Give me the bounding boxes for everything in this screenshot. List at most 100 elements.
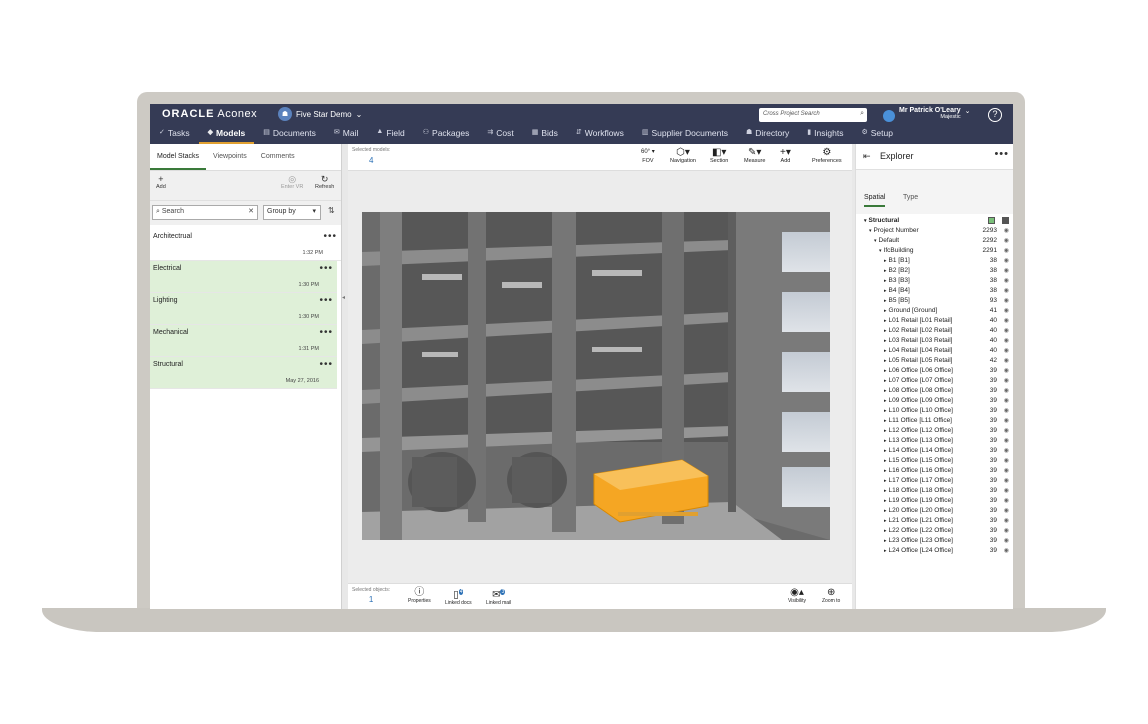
tree-node[interactable]: ▸ L18 Office [L18 Office] 39 ◉ [856, 486, 1013, 496]
clear-icon[interactable]: ✕ [248, 207, 254, 215]
tree-node[interactable]: ▸ L03 Retail [L03 Retail] 40 ◉ [856, 336, 1013, 346]
caret-right-icon[interactable]: ▸ [884, 308, 887, 314]
nav-packages[interactable]: ⚇ Packages [414, 126, 479, 144]
caret-right-icon[interactable]: ▸ [884, 268, 887, 274]
caret-right-icon[interactable]: ▸ [884, 378, 887, 384]
project-selector[interactable]: ☗ Five Star Demo ⌄ [278, 107, 362, 121]
nav-insights[interactable]: ▮ Insights [798, 126, 852, 144]
tree-node[interactable]: ▸ L07 Office [L07 Office] 39 ◉ [856, 376, 1013, 386]
caret-right-icon[interactable]: ▸ [884, 468, 887, 474]
tree-node[interactable]: ▸ L16 Office [L16 Office] 39 ◉ [856, 466, 1013, 476]
tab-viewpoints[interactable]: Viewpoints [206, 144, 254, 170]
eye-icon[interactable]: ◉ [1004, 466, 1009, 476]
zoom-to-button[interactable]: ⊕ Zoom to [822, 587, 840, 604]
checkbox-icon[interactable] [988, 217, 995, 224]
caret-down-icon[interactable]: ▾ [869, 228, 872, 234]
tree-node[interactable]: ▸ L21 Office [L21 Office] 39 ◉ [856, 516, 1013, 526]
visibility-button[interactable]: ◉▴ Visibility [788, 587, 806, 604]
eye-icon[interactable]: ◉ [1004, 446, 1009, 456]
eye-icon[interactable]: ◉ [1004, 486, 1009, 496]
caret-right-icon[interactable]: ▸ [884, 488, 887, 494]
more-icon[interactable]: ••• [319, 327, 333, 338]
nav-field[interactable]: ▲ Field [367, 126, 413, 144]
nav-bids[interactable]: ▦ Bids [523, 126, 567, 144]
eye-icon[interactable]: ◉ [1004, 356, 1009, 366]
eye-icon[interactable]: ◉ [1004, 396, 1009, 406]
tab-comments[interactable]: Comments [254, 144, 302, 170]
tree-node[interactable]: ▸ L10 Office [L10 Office] 39 ◉ [856, 406, 1013, 416]
nav-supplier-documents[interactable]: ▥ Supplier Documents [633, 126, 737, 144]
eye-icon[interactable]: ◉ [1004, 436, 1009, 446]
caret-right-icon[interactable]: ▸ [884, 528, 887, 534]
refresh-button[interactable]: ↻ Refresh [315, 175, 334, 191]
tree-node[interactable]: ▸ L02 Retail [L02 Retail] 40 ◉ [856, 326, 1013, 336]
preferences-button[interactable]: ⚙ Preferences [812, 147, 842, 164]
eye-icon[interactable]: ◉ [1004, 406, 1009, 416]
eye-icon[interactable]: ◉ [1004, 546, 1009, 556]
more-icon[interactable]: ••• [319, 359, 333, 370]
eye-icon[interactable]: ◉ [1004, 516, 1009, 526]
caret-right-icon[interactable]: ▸ [884, 318, 887, 324]
tree-node[interactable]: ▸ L06 Office [L06 Office] 39 ◉ [856, 366, 1013, 376]
tree-node[interactable]: ▸ L24 Office [L24 Office] 39 ◉ [856, 546, 1013, 556]
tree-node[interactable]: ▾ Structural [856, 216, 1013, 226]
caret-right-icon[interactable]: ▸ [884, 388, 887, 394]
nav-cost[interactable]: ⇉ Cost [478, 126, 522, 144]
caret-down-icon[interactable]: ▾ [864, 218, 867, 224]
tree-node[interactable]: ▾ IfcBuilding 2291 ◉ [856, 246, 1013, 256]
eye-icon[interactable]: ◉ [1004, 506, 1009, 516]
eye-icon[interactable]: ◉ [1004, 536, 1009, 546]
stack-item-electrical[interactable]: Electrical ••• 1:30 PM [150, 261, 337, 293]
eye-icon[interactable]: ◉ [1004, 306, 1009, 316]
tree-node[interactable]: ▾ Default 2292 ◉ [856, 236, 1013, 246]
eye-icon[interactable]: ◉ [1004, 296, 1009, 306]
tree-node[interactable]: ▸ L01 Retail [L01 Retail] 40 ◉ [856, 316, 1013, 326]
caret-right-icon[interactable]: ▸ [884, 438, 887, 444]
tree-node[interactable]: ▸ B1 [B1] 38 ◉ [856, 256, 1013, 266]
eye-icon[interactable]: ◉ [1004, 246, 1009, 256]
tree-node[interactable]: ▸ Ground [Ground] 41 ◉ [856, 306, 1013, 316]
eye-icon[interactable]: ◉ [1004, 346, 1009, 356]
collapse-panel-icon[interactable]: ⇤ [863, 151, 871, 162]
caret-right-icon[interactable]: ▸ [884, 358, 887, 364]
tree-node[interactable]: ▸ L22 Office [L22 Office] 39 ◉ [856, 526, 1013, 536]
properties-button[interactable]: ⓘ Properties [408, 587, 431, 604]
3d-model-viewport[interactable] [362, 212, 830, 540]
stack-item-architectrual[interactable]: Architectrual ••• 1:32 PM [150, 229, 341, 261]
caret-right-icon[interactable]: ▸ [884, 418, 887, 424]
tree-node[interactable]: ▸ B5 [B5] 93 ◉ [856, 296, 1013, 306]
eye-icon[interactable]: ◉ [1004, 276, 1009, 286]
eye-icon[interactable]: ◉ [1004, 416, 1009, 426]
eye-icon[interactable]: ◉ [1004, 286, 1009, 296]
search-input[interactable]: ⌕ Search ✕ [152, 205, 258, 220]
tree-node[interactable]: ▸ L13 Office [L13 Office] 39 ◉ [856, 436, 1013, 446]
tab-type[interactable]: Type [903, 194, 918, 205]
eye-icon[interactable]: ◉ [1004, 266, 1009, 276]
tree-node[interactable]: ▸ L09 Office [L09 Office] 39 ◉ [856, 396, 1013, 406]
eye-icon[interactable]: ◉ [1004, 366, 1009, 376]
caret-right-icon[interactable]: ▸ [884, 338, 887, 344]
tree-node[interactable]: ▸ B4 [B4] 38 ◉ [856, 286, 1013, 296]
user-menu[interactable]: Mr Patrick O'Leary Majestic ⌄ [883, 107, 970, 122]
caret-right-icon[interactable]: ▸ [884, 428, 887, 434]
explorer-more-icon[interactable]: ••• [994, 148, 1009, 160]
caret-right-icon[interactable]: ▸ [884, 548, 887, 554]
eye-icon[interactable]: ◉ [1004, 336, 1009, 346]
nav-mail[interactable]: ✉ Mail [325, 126, 367, 144]
caret-right-icon[interactable]: ▸ [884, 448, 887, 454]
tree-node[interactable]: ▸ L20 Office [L20 Office] 39 ◉ [856, 506, 1013, 516]
caret-right-icon[interactable]: ▸ [884, 518, 887, 524]
more-icon[interactable]: ••• [323, 231, 337, 242]
brand-logo[interactable]: ORACLE Aconex [162, 108, 257, 120]
nav-documents[interactable]: ▤ Documents [254, 126, 325, 144]
nav-directory[interactable]: ☗ Directory [737, 126, 798, 144]
more-icon[interactable]: ••• [319, 295, 333, 306]
tree-node[interactable]: ▸ B3 [B3] 38 ◉ [856, 276, 1013, 286]
nav-setup[interactable]: ⚙ Setup [852, 126, 902, 144]
grid-icon[interactable] [1002, 217, 1009, 224]
tree-node[interactable]: ▸ L04 Retail [L04 Retail] 40 ◉ [856, 346, 1013, 356]
tree-node[interactable]: ▸ L15 Office [L15 Office] 39 ◉ [856, 456, 1013, 466]
caret-right-icon[interactable]: ▸ [884, 398, 887, 404]
enter-vr-button[interactable]: ◎ Enter VR [281, 175, 303, 191]
caret-right-icon[interactable]: ▸ [884, 508, 887, 514]
